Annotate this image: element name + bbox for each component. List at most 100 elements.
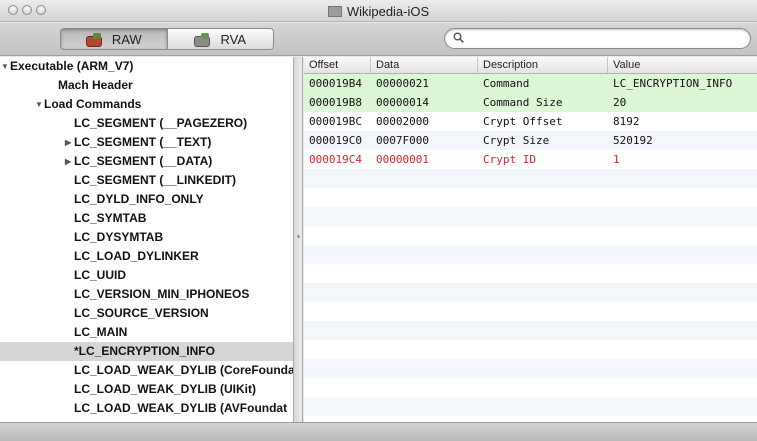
offset-cell: 000019C4: [309, 153, 362, 166]
offset-cell: 000019C0: [309, 134, 362, 147]
tree-item[interactable]: Mach Header: [0, 76, 293, 95]
description-cell: Crypt ID: [483, 153, 536, 166]
description-cell: Command: [483, 77, 530, 90]
table-row[interactable]: 000019C0 0007F000 Crypt Size 520192: [304, 131, 757, 150]
tree-item[interactable]: LC_DYLD_INFO_ONLY: [0, 190, 293, 209]
column-header-description[interactable]: Description: [478, 57, 608, 73]
tree-item[interactable]: LC_MAIN: [0, 323, 293, 342]
window-title-container: Wikipedia-iOS: [0, 4, 757, 19]
value-cell: 8192: [613, 115, 640, 128]
empty-table-row: [304, 321, 757, 340]
tree-item[interactable]: ▶ LC_SEGMENT (__DATA): [0, 152, 293, 171]
data-cell: 00000014: [376, 96, 429, 109]
status-bar: [0, 422, 757, 441]
tree-item[interactable]: LC_LOAD_WEAK_DYLIB (CoreFounda: [0, 361, 293, 380]
empty-table-row: [304, 188, 757, 207]
toolbar: RAW RVA: [0, 23, 757, 56]
tree-item-label: LC_DYLD_INFO_ONLY: [74, 192, 204, 206]
tree-item[interactable]: *LC_ENCRYPTION_INFO: [0, 342, 293, 361]
offset-cell: 000019BC: [309, 115, 362, 128]
address-mode-segmented-control: RAW RVA: [60, 28, 274, 50]
tree-item-label: LC_LOAD_WEAK_DYLIB (AVFoundat: [74, 401, 288, 415]
empty-table-row: [304, 340, 757, 359]
split-view-divider[interactable]: [293, 57, 303, 422]
empty-table-row: [304, 245, 757, 264]
disclosure-triangle-icon[interactable]: ▶: [65, 133, 71, 152]
empty-table-row: [304, 302, 757, 321]
empty-table-row: [304, 359, 757, 378]
offset-cell: 000019B4: [309, 77, 362, 90]
empty-table-row: [304, 207, 757, 226]
tree-item[interactable]: LC_LOAD_DYLINKER: [0, 247, 293, 266]
value-cell: 1: [613, 153, 620, 166]
description-cell: Crypt Size: [483, 134, 550, 147]
table-row[interactable]: 000019B4 00000021 Command LC_ENCRYPTION_INF…: [304, 74, 757, 93]
tree-item[interactable]: LC_SEGMENT (__PAGEZERO): [0, 114, 293, 133]
table-header: Offset Data Description Value: [304, 57, 757, 74]
app-window: Wikipedia-iOS RAW RVA ▼ Executable (ARM_V…: [0, 0, 757, 441]
table-row[interactable]: 000019BC 00002000 Crypt Offset 8192: [304, 112, 757, 131]
raw-label: RAW: [111, 31, 142, 47]
tree-item-label: LC_SYMTAB: [74, 211, 147, 225]
disclosure-triangle-icon[interactable]: ▼: [35, 95, 43, 114]
window-title: Wikipedia-iOS: [346, 4, 430, 19]
table-row[interactable]: 000019B8 00000014 Command Size 20: [304, 93, 757, 112]
title-bar: Wikipedia-iOS: [0, 0, 757, 22]
tree-item[interactable]: LC_SOURCE_VERSION: [0, 304, 293, 323]
search-field[interactable]: [444, 28, 751, 49]
tree-item[interactable]: LC_LOAD_WEAK_DYLIB (AVFoundat: [0, 399, 293, 418]
column-header-data[interactable]: Data: [371, 57, 478, 73]
value-cell: 520192: [613, 134, 653, 147]
raw-icon: [85, 32, 104, 47]
column-header-value[interactable]: Value: [608, 57, 757, 73]
rva-button[interactable]: RVA: [166, 29, 273, 49]
rva-icon: [194, 32, 212, 47]
empty-table-row: [304, 226, 757, 245]
tree-item-label: LC_SOURCE_VERSION: [74, 306, 209, 320]
rva-label: RVA: [220, 31, 247, 47]
data-cell: 0007F000: [376, 134, 429, 147]
tree-item-label: LC_MAIN: [74, 325, 128, 339]
tree-item[interactable]: LC_SYMTAB: [0, 209, 293, 228]
empty-table-row: [304, 283, 757, 302]
column-header-offset[interactable]: Offset: [304, 57, 371, 73]
tree-item[interactable]: LC_SEGMENT (__LINKEDIT): [0, 171, 293, 190]
empty-table-row: [304, 397, 757, 416]
value-cell: 20: [613, 96, 627, 109]
tree-item-label: LC_SEGMENT (__TEXT): [74, 135, 212, 149]
tree-item-label: Executable (ARM_V7): [10, 59, 134, 73]
tree-item-label: Load Commands: [44, 97, 142, 111]
tree-item-label: LC_SEGMENT (__LINKEDIT): [74, 173, 237, 187]
tree-item[interactable]: LC_UUID: [0, 266, 293, 285]
tree-item[interactable]: ▼ Executable (ARM_V7): [0, 57, 293, 76]
tree-item[interactable]: ▼ Load Commands: [0, 95, 293, 114]
search-input[interactable]: [469, 31, 739, 46]
disclosure-triangle-icon[interactable]: ▼: [1, 57, 9, 76]
details-table: Offset Data Description Value 000019B4 00…: [304, 57, 757, 422]
data-cell: 00002000: [376, 115, 429, 128]
tree-item[interactable]: ▶ LC_SEGMENT (__TEXT): [0, 133, 293, 152]
tree-item[interactable]: LC_VERSION_MIN_IPHONEOS: [0, 285, 293, 304]
search-icon: [453, 32, 464, 43]
tree-item[interactable]: LC_DYSYMTAB: [0, 228, 293, 247]
load-commands-tree: ▼ Executable (ARM_V7) Mach Header ▼ Load Com…: [0, 57, 293, 422]
raw-button[interactable]: RAW: [61, 29, 167, 49]
empty-table-row: [304, 378, 757, 397]
tree-item-label: Mach Header: [58, 78, 133, 92]
description-cell: Command Size: [483, 96, 563, 109]
app-document-icon: [327, 6, 342, 17]
tree-item-label: LC_LOAD_WEAK_DYLIB (UIKit): [74, 382, 256, 396]
disclosure-triangle-icon[interactable]: ▶: [65, 152, 71, 171]
description-cell: Crypt Offset: [483, 115, 563, 128]
tree-item-label: LC_LOAD_DYLINKER: [74, 249, 199, 263]
data-cell: 00000021: [376, 77, 429, 90]
tree-item-label: LC_VERSION_MIN_IPHONEOS: [74, 287, 250, 301]
value-cell: LC_ENCRYPTION_INFO: [613, 77, 733, 90]
tree-item-label: LC_DYSYMTAB: [74, 230, 164, 244]
table-body: 000019B4 00000021 Command LC_ENCRYPTION_INF…: [304, 74, 757, 416]
divider-grip[interactable]: [297, 235, 300, 238]
data-cell: 00000001: [376, 153, 429, 166]
tree-item-label: LC_UUID: [74, 268, 127, 282]
tree-item[interactable]: LC_LOAD_WEAK_DYLIB (UIKit): [0, 380, 293, 399]
table-row[interactable]: 000019C4 00000001 Crypt ID 1: [304, 150, 757, 169]
